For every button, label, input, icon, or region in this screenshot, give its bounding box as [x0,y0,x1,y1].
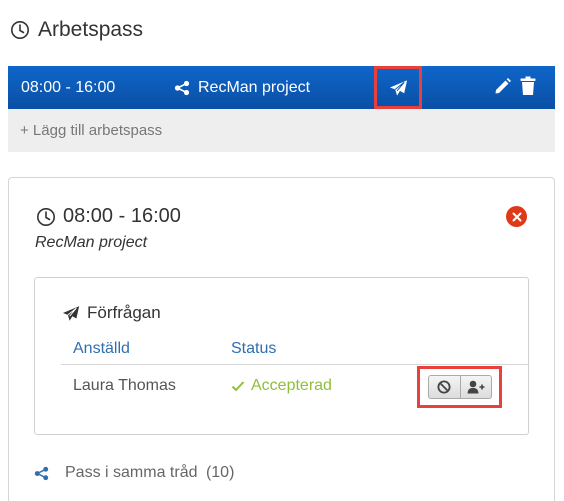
column-header-status: Status [231,340,277,357]
shift-project: RecMan project [174,79,310,97]
status-label: Accepterad [251,377,332,394]
same-thread-label: Pass i samma tråd [65,464,198,481]
row-action-group [417,366,502,408]
clock-icon [11,21,29,39]
same-thread-link[interactable]: Pass i samma tråd (10) [34,464,234,482]
status-badge: Accepterad [231,377,332,395]
assign-user-button[interactable] [459,376,491,398]
shift-bar[interactable]: 08:00 - 16:00 RecMan project [8,66,555,109]
shift-detail-card: 08:00 - 16:00 RecMan project Förfrågan A… [8,177,555,501]
share-icon [174,80,190,95]
shift-time: 08:00 - 16:00 [21,78,116,96]
page-header: Arbetspass [10,14,143,46]
ban-icon [437,380,451,394]
delete-button[interactable] [520,76,536,101]
row-action-buttons [427,375,492,399]
shift-project-label: RecMan project [198,78,311,96]
detail-time: 08:00 - 16:00 [36,205,181,228]
add-shift-button[interactable]: + Lägg till arbetspass [8,109,555,152]
same-thread-count: (10) [205,464,235,481]
edit-button[interactable] [494,77,512,100]
clock-icon [37,207,55,226]
trash-icon [520,76,536,95]
user-plus-icon [467,380,484,394]
column-header-employee: Anställd [73,340,130,357]
paper-plane-icon [62,305,80,321]
page-title: Arbetspass [38,18,144,41]
request-box: Förfrågan Anställd Status Laura Thomas A… [34,277,529,435]
close-circle-icon[interactable] [506,206,527,227]
employee-name: Laura Thomas [73,377,176,394]
detail-time-label: 08:00 - 16:00 [63,205,181,227]
detail-project: RecMan project [35,234,148,251]
request-title: Förfrågan [62,303,161,323]
cancel-request-button[interactable] [429,376,460,398]
request-title-label: Förfrågan [87,303,161,322]
pencil-icon [495,78,511,94]
share-icon [34,466,49,480]
check-icon [231,381,245,392]
send-request-button[interactable] [374,66,422,109]
divider [61,364,528,365]
paper-plane-icon [389,79,407,96]
